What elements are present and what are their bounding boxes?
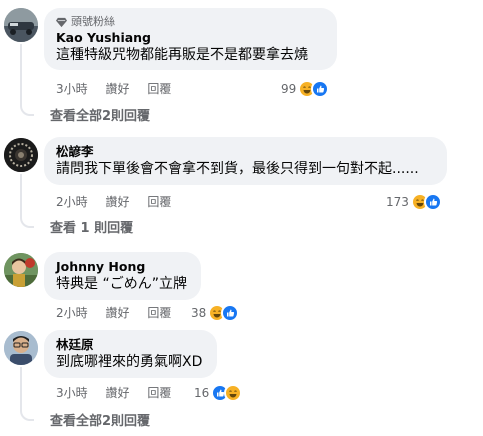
comment-actions: 2小時 讚好 回覆 <box>56 305 185 321</box>
thread-line <box>20 367 22 411</box>
top-fan-badge: 頭號粉絲 <box>56 15 325 29</box>
reaction-summary[interactable]: 38 <box>191 304 240 322</box>
comment-bubble: 頭號粉絲 Kao Yushiang 這種特級咒物都能再販是不是都要拿去燒 <box>44 8 337 70</box>
thread-connector <box>20 409 34 421</box>
reaction-count: 99 <box>281 82 297 96</box>
reply-button[interactable]: 回覆 <box>147 386 171 400</box>
avatar-song-yan-li[interactable] <box>4 138 38 172</box>
reply-button[interactable]: 回覆 <box>147 195 171 209</box>
comment-bubble: 松諺李 請問我下單後會不會拿不到貨，最後只得到一句對不起...... <box>44 137 447 185</box>
comment-bubble: 林廷原 到底哪裡來的勇氣啊XD <box>44 330 217 378</box>
like-button[interactable]: 讚好 <box>105 82 129 96</box>
thread-connector <box>20 216 34 228</box>
comment-text: 這種特級咒物都能再販是不是都要拿去燒 <box>56 47 308 63</box>
comment-bubble: Johnny Hong 特典是 “ごめん”立牌 <box>44 252 201 300</box>
view-replies-link[interactable]: 查看全部2則回覆 <box>50 108 150 125</box>
reply-button[interactable]: 回覆 <box>147 82 171 96</box>
avatar-kao-yushiang[interactable] <box>4 8 38 42</box>
comment-text: 到底哪裡來的勇氣啊XD <box>56 354 203 370</box>
comment-text: 請問我下單後會不會拿不到貨，最後只得到一句對不起...... <box>56 161 419 177</box>
diamond-badge-icon <box>56 17 67 27</box>
haha-reaction-icon <box>224 384 243 402</box>
comment-timestamp[interactable]: 2小時 <box>56 306 88 320</box>
reaction-summary[interactable]: 99 <box>281 80 330 98</box>
reaction-count: 16 <box>194 386 210 400</box>
comment-author[interactable]: Kao Yushiang <box>56 30 325 46</box>
like-button[interactable]: 讚好 <box>105 306 129 320</box>
like-reaction-icon <box>221 304 240 322</box>
like-reaction-icon <box>423 193 442 211</box>
comment-text: 特典是 “ごめん”立牌 <box>56 276 187 292</box>
reaction-count: 38 <box>191 306 207 320</box>
like-button[interactable]: 讚好 <box>105 386 129 400</box>
view-replies-link[interactable]: 查看 1 則回覆 <box>50 220 133 237</box>
reply-button[interactable]: 回覆 <box>147 306 171 320</box>
comment-timestamp[interactable]: 3小時 <box>56 386 88 400</box>
comment-author[interactable]: 松諺李 <box>56 144 435 160</box>
comment-actions: 3小時 讚好 回覆 <box>56 385 185 401</box>
view-replies-link[interactable]: 查看全部2則回覆 <box>50 413 150 430</box>
avatar-johnny-hong[interactable] <box>4 253 38 287</box>
comment-author[interactable]: Johnny Hong <box>56 259 189 275</box>
avatar-lin-ting-yuan[interactable] <box>4 331 38 365</box>
thread-line <box>20 44 22 106</box>
comment-actions: 3小時 讚好 回覆 <box>56 81 185 97</box>
comment-actions: 2小時 讚好 回覆 <box>56 194 185 210</box>
comment-author[interactable]: 林廷原 <box>56 337 205 353</box>
like-reaction-icon <box>311 80 330 98</box>
reaction-summary[interactable]: 16 <box>194 384 243 402</box>
like-button[interactable]: 讚好 <box>105 195 129 209</box>
reaction-count: 173 <box>386 195 409 209</box>
thread-connector <box>20 104 34 116</box>
thread-line <box>20 174 22 218</box>
badge-label: 頭號粉絲 <box>71 15 115 28</box>
comment-timestamp[interactable]: 3小時 <box>56 82 88 96</box>
comment-timestamp[interactable]: 2小時 <box>56 195 88 209</box>
reaction-summary[interactable]: 173 <box>386 193 442 211</box>
